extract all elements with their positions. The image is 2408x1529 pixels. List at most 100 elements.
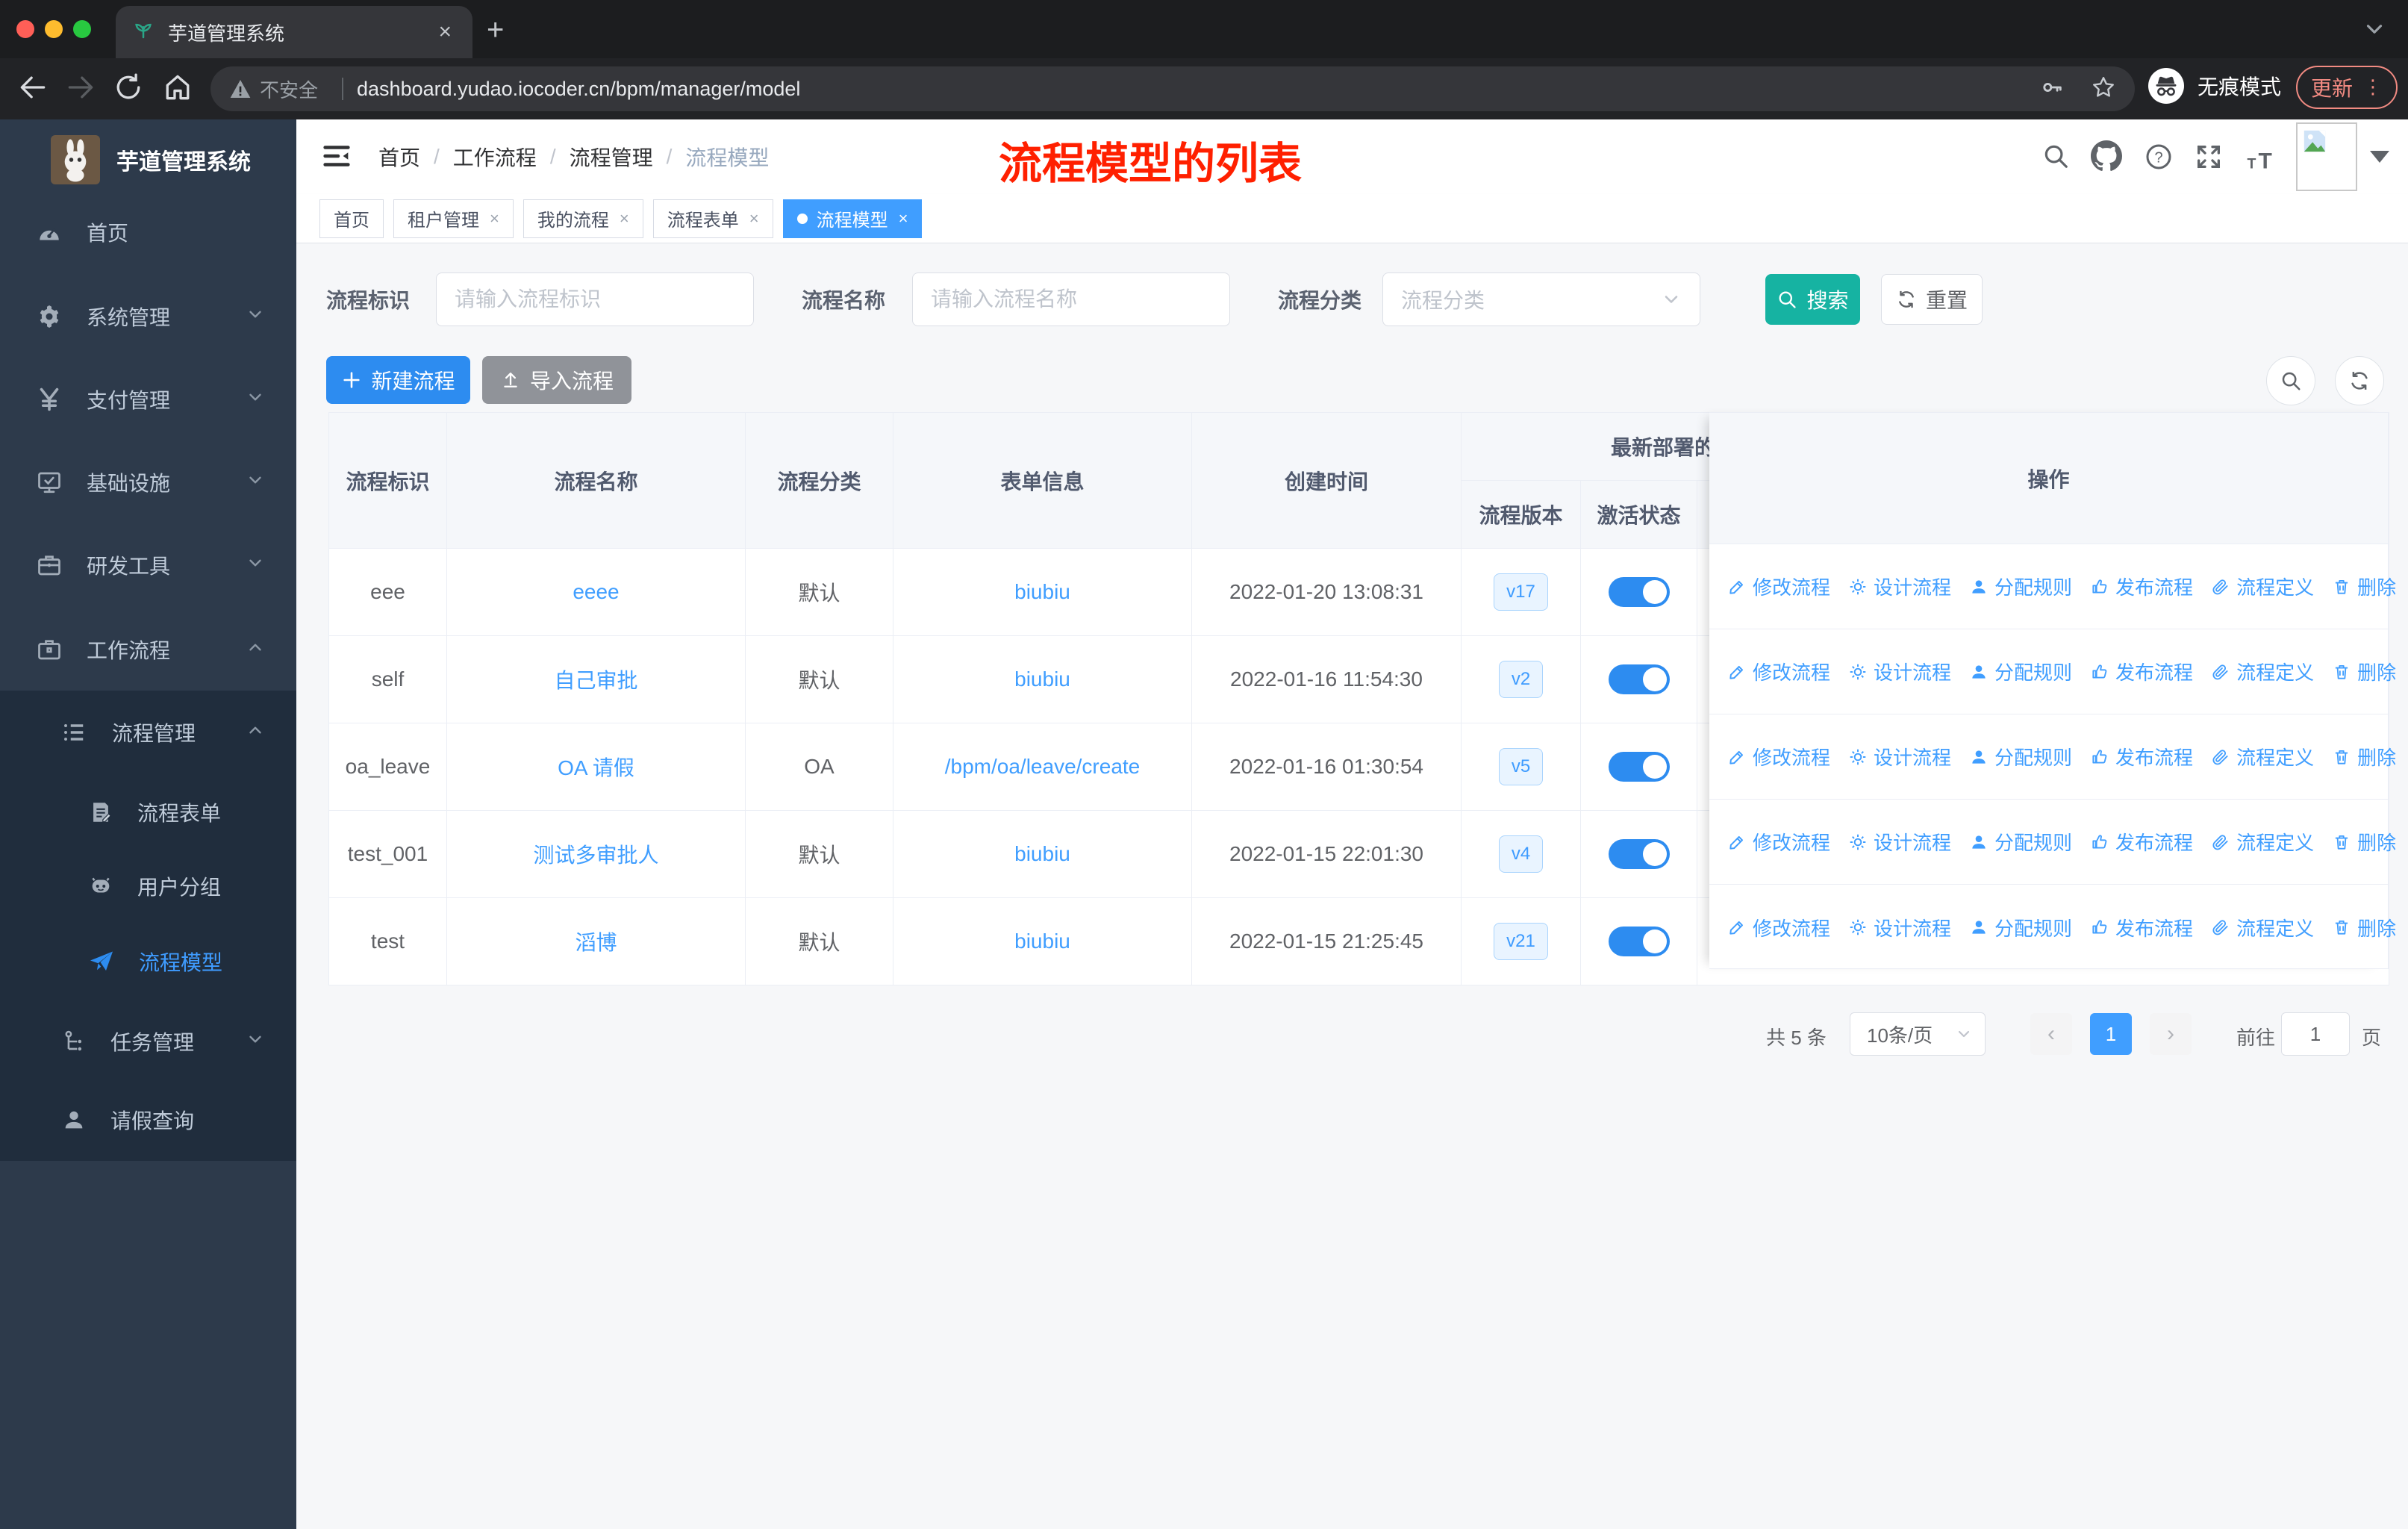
sidebar-item-workflow[interactable]: 工作流程 — [0, 620, 296, 679]
help-icon[interactable]: ? — [2144, 142, 2174, 175]
import-process-button[interactable]: 导入流程 — [482, 356, 631, 404]
back-icon[interactable] — [16, 71, 49, 108]
tag-home[interactable]: 首页 — [319, 199, 384, 238]
font-size-icon[interactable]: TT — [2246, 145, 2277, 175]
breadcrumb-process-management[interactable]: 流程管理 — [570, 142, 653, 172]
sidebar-item-infrastructure[interactable]: 基础设施 — [0, 452, 296, 512]
action-trash-link[interactable]: 删除 — [2332, 573, 2396, 600]
form-info-link[interactable]: /bpm/oa/leave/create — [945, 755, 1141, 778]
form-info-link[interactable]: biubiu — [1014, 667, 1070, 691]
active-toggle[interactable] — [1608, 927, 1670, 956]
minimize-window-button[interactable] — [45, 20, 63, 38]
sidebar-item-system[interactable]: 系统管理 — [0, 287, 296, 346]
tag-my-process[interactable]: 我的流程 × — [523, 199, 643, 238]
action-gear-link[interactable]: 设计流程 — [1848, 828, 1951, 856]
breadcrumb-home[interactable]: 首页 — [378, 142, 420, 172]
active-toggle[interactable] — [1608, 839, 1670, 869]
close-icon[interactable]: × — [899, 209, 908, 228]
new-tab-button[interactable]: + — [487, 15, 504, 45]
next-page-button[interactable]: › — [2150, 1013, 2192, 1055]
category-select[interactable]: 流程分类 — [1382, 273, 1700, 326]
close-icon[interactable]: × — [620, 209, 629, 228]
model-name-link[interactable]: 自己审批 — [554, 669, 637, 692]
action-hand-link[interactable]: 发布流程 — [2090, 743, 2193, 770]
sidebar-item-task-management[interactable]: 任务管理 — [0, 1012, 296, 1071]
action-user-link[interactable]: 分配规则 — [1969, 658, 2072, 685]
active-toggle[interactable] — [1608, 752, 1670, 782]
browser-menu-icon[interactable]: ⋮ — [2363, 78, 2383, 96]
action-clip-link[interactable]: 流程定义 — [2211, 828, 2314, 856]
action-user-link[interactable]: 分配规则 — [1969, 743, 2072, 770]
app-logo-row[interactable]: 芋道管理系统 — [0, 125, 296, 194]
github-icon[interactable] — [2091, 140, 2122, 175]
table-search-toggle-button[interactable] — [2266, 356, 2315, 405]
page-1-button[interactable]: 1 — [2090, 1013, 2132, 1055]
action-edit-link[interactable]: 修改流程 — [1727, 914, 1830, 941]
header-search-icon[interactable] — [2042, 142, 2070, 174]
form-info-link[interactable]: biubiu — [1014, 580, 1070, 603]
action-trash-link[interactable]: 删除 — [2332, 914, 2396, 941]
forward-icon[interactable] — [64, 71, 97, 108]
action-user-link[interactable]: 分配规则 — [1969, 573, 2072, 600]
bookmark-star-icon[interactable] — [2090, 74, 2117, 105]
action-clip-link[interactable]: 流程定义 — [2211, 658, 2314, 685]
avatar[interactable] — [2296, 122, 2357, 191]
process-name-input[interactable] — [912, 273, 1230, 326]
action-clip-link[interactable]: 流程定义 — [2211, 914, 2314, 941]
process-key-input[interactable] — [436, 273, 754, 326]
model-name-link[interactable]: 滔博 — [575, 931, 617, 954]
sidebar-item-process-form[interactable]: 流程表单 — [0, 782, 296, 842]
sidebar-item-home[interactable]: 首页 — [0, 202, 296, 262]
security-label[interactable]: 不安全 — [260, 75, 318, 103]
action-hand-link[interactable]: 发布流程 — [2090, 828, 2193, 856]
model-name-link[interactable]: 测试多审批人 — [533, 844, 658, 867]
action-hand-link[interactable]: 发布流程 — [2090, 658, 2193, 685]
action-gear-link[interactable]: 设计流程 — [1848, 743, 1951, 770]
sidebar-item-devtools[interactable]: 研发工具 — [0, 535, 296, 595]
action-edit-link[interactable]: 修改流程 — [1727, 743, 1830, 770]
action-edit-link[interactable]: 修改流程 — [1727, 658, 1830, 685]
page-size-select[interactable]: 10条/页 — [1850, 1012, 1986, 1056]
tag-process-form[interactable]: 流程表单 × — [652, 199, 773, 238]
action-hand-link[interactable]: 发布流程 — [2090, 914, 2193, 941]
close-icon[interactable]: × — [490, 209, 499, 228]
close-window-button[interactable] — [16, 20, 34, 38]
tab-search-icon[interactable] — [2362, 16, 2387, 46]
sidebar-item-process-model[interactable]: 流程模型 — [0, 932, 296, 991]
action-gear-link[interactable]: 设计流程 — [1848, 658, 1951, 685]
home-icon[interactable] — [161, 71, 194, 108]
address-bar[interactable]: 不安全 dashboard.yudao.iocoder.cn/bpm/manag… — [210, 66, 2135, 111]
action-gear-link[interactable]: 设计流程 — [1848, 914, 1951, 941]
action-trash-link[interactable]: 删除 — [2332, 828, 2396, 856]
action-trash-link[interactable]: 删除 — [2332, 743, 2396, 770]
sidebar-item-user-group[interactable]: 用户分组 — [0, 856, 296, 916]
goto-page-input[interactable] — [2281, 1012, 2350, 1056]
tag-tenant[interactable]: 租户管理 × — [393, 199, 514, 238]
create-process-button[interactable]: 新建流程 — [326, 356, 470, 404]
avatar-caret-icon[interactable] — [2370, 151, 2389, 163]
action-gear-link[interactable]: 设计流程 — [1848, 573, 1951, 600]
url-text[interactable]: dashboard.yudao.iocoder.cn/bpm/manager/m… — [357, 78, 2014, 101]
active-toggle[interactable] — [1608, 577, 1670, 607]
search-button[interactable]: 搜索 — [1765, 274, 1860, 325]
password-key-icon[interactable] — [2039, 75, 2065, 104]
form-info-link[interactable]: biubiu — [1014, 842, 1070, 865]
action-clip-link[interactable]: 流程定义 — [2211, 573, 2314, 600]
reload-icon[interactable] — [112, 71, 145, 108]
sidebar-item-leave-query[interactable]: 请假查询 — [0, 1090, 296, 1150]
breadcrumb-workflow[interactable]: 工作流程 — [453, 142, 537, 172]
close-icon[interactable]: × — [749, 209, 759, 228]
fullscreen-icon[interactable] — [2194, 142, 2224, 175]
action-edit-link[interactable]: 修改流程 — [1727, 828, 1830, 856]
table-refresh-button[interactable] — [2335, 356, 2384, 405]
browser-tab[interactable]: 芋道管理系统 × — [116, 6, 472, 58]
model-name-link[interactable]: OA 请假 — [558, 756, 634, 779]
prev-page-button[interactable]: ‹ — [2030, 1013, 2072, 1055]
maximize-window-button[interactable] — [73, 20, 91, 38]
sidebar-item-payment[interactable]: 支付管理 — [0, 370, 296, 429]
action-user-link[interactable]: 分配规则 — [1969, 828, 2072, 856]
sidebar-item-process-management[interactable]: 流程管理 — [0, 703, 296, 762]
action-edit-link[interactable]: 修改流程 — [1727, 573, 1830, 600]
action-user-link[interactable]: 分配规则 — [1969, 914, 2072, 941]
active-toggle[interactable] — [1608, 664, 1670, 694]
